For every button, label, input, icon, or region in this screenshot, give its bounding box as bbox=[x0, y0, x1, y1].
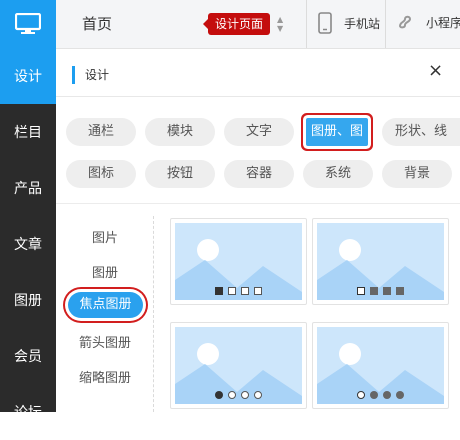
phone-icon bbox=[318, 12, 332, 34]
chip-background[interactable]: 背景 bbox=[382, 160, 452, 188]
sub-item-arrow-album[interactable]: 箭头图册 bbox=[64, 332, 146, 351]
chip-module[interactable]: 模块 bbox=[145, 118, 215, 146]
carousel-dots bbox=[175, 391, 302, 399]
chip-system[interactable]: 系统 bbox=[303, 160, 373, 188]
chip-banner[interactable]: 通栏 bbox=[66, 118, 136, 146]
focus-album-template-1[interactable] bbox=[170, 218, 307, 305]
carousel-dots bbox=[317, 287, 444, 295]
nav-item-forum[interactable]: 论坛 bbox=[0, 384, 56, 440]
nav-item-products[interactable]: 产品 bbox=[0, 160, 56, 216]
monitor-icon[interactable] bbox=[0, 0, 56, 48]
nav-item-columns[interactable]: 栏目 bbox=[0, 104, 56, 160]
mini-program-button[interactable]: 小程序 bbox=[396, 12, 460, 32]
nav-item-albums[interactable]: 图册 bbox=[0, 272, 56, 328]
divider bbox=[385, 0, 386, 48]
mini-program-label: 小程序 bbox=[426, 15, 460, 30]
nav-item-members[interactable]: 会员 bbox=[0, 328, 56, 384]
nav-item-design[interactable]: 设计 bbox=[0, 48, 56, 104]
divider bbox=[153, 216, 154, 412]
chip-icon[interactable]: 图标 bbox=[66, 160, 136, 188]
chip-text[interactable]: 文字 bbox=[224, 118, 294, 146]
chip-shapes-lines[interactable]: 形状、线 bbox=[382, 118, 460, 146]
focus-album-template-3[interactable] bbox=[170, 322, 307, 409]
landscape-image-icon bbox=[317, 327, 444, 404]
landscape-image-icon bbox=[317, 223, 444, 300]
chip-button[interactable]: 按钮 bbox=[145, 160, 215, 188]
landscape-image-icon bbox=[175, 223, 302, 300]
chip-container[interactable]: 容器 bbox=[224, 160, 294, 188]
divider bbox=[56, 96, 460, 97]
focus-album-template-4[interactable] bbox=[312, 322, 449, 409]
sort-arrows-icon[interactable]: ▲ ▼ bbox=[277, 15, 287, 33]
divider bbox=[56, 203, 460, 204]
mobile-site-label: 手机站 bbox=[344, 16, 381, 31]
mobile-site-button[interactable]: 手机站 bbox=[318, 12, 380, 34]
sub-item-album[interactable]: 图册 bbox=[64, 262, 146, 281]
panel-title: 设计 bbox=[72, 66, 109, 84]
chip-albums-images[interactable]: 图册、图 bbox=[306, 118, 368, 146]
landscape-image-icon bbox=[175, 327, 302, 404]
home-link[interactable]: 首页 bbox=[82, 13, 112, 34]
left-nav: 设计 栏目 产品 文章 图册 会员 论坛 bbox=[0, 0, 56, 421]
sub-item-focus-album[interactable]: 焦点图册 bbox=[68, 292, 143, 318]
sub-item-thumbnail-album[interactable]: 缩略图册 bbox=[64, 367, 146, 386]
sub-item-image[interactable]: 图片 bbox=[64, 227, 146, 246]
divider bbox=[306, 0, 307, 48]
top-bar: 首页 设计页面 ▲ ▼ 手机站 小程序 bbox=[56, 0, 460, 49]
carousel-dots bbox=[175, 287, 302, 295]
mini-program-icon bbox=[399, 15, 412, 29]
close-icon[interactable]: × bbox=[428, 60, 443, 82]
nav-item-articles[interactable]: 文章 bbox=[0, 216, 56, 272]
carousel-dots bbox=[317, 391, 444, 399]
focus-album-template-2[interactable] bbox=[312, 218, 449, 305]
design-page-badge[interactable]: 设计页面 bbox=[202, 13, 271, 35]
